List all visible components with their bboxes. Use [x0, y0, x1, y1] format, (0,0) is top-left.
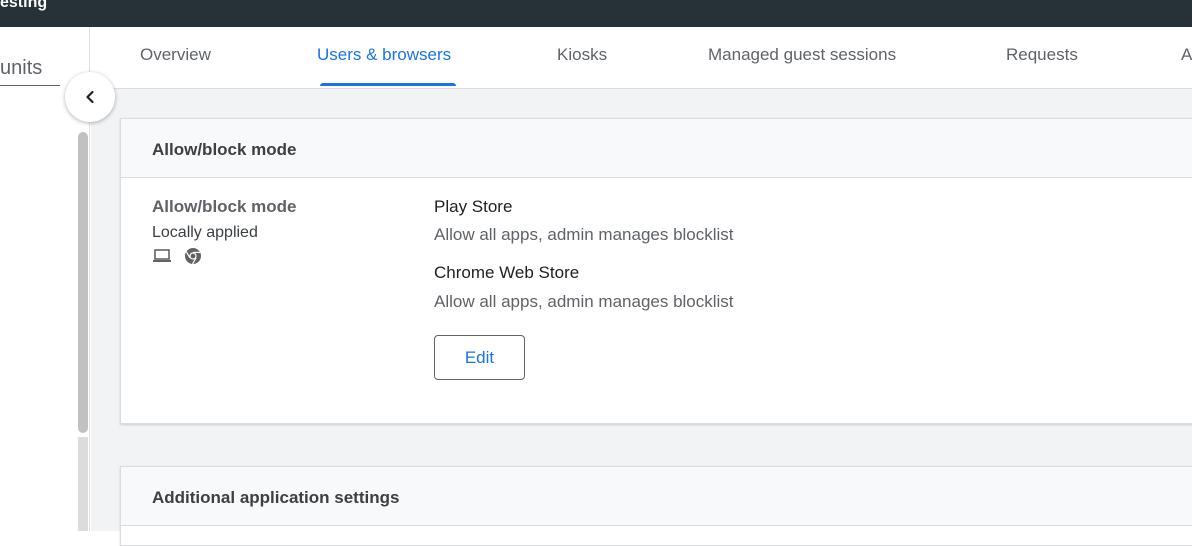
- collapse-panel-button[interactable]: [65, 72, 115, 122]
- main-content: Allow/block mode Allow/block mode Locall…: [91, 89, 1192, 546]
- play-store-label: Play Store: [434, 197, 513, 216]
- play-store-value: Allow all apps, admin manages blocklist: [434, 225, 734, 244]
- tab-requests[interactable]: Requests: [1006, 27, 1078, 89]
- tab-more[interactable]: A: [1181, 27, 1192, 89]
- tab-kiosks[interactable]: Kiosks: [557, 27, 607, 89]
- allow-block-card: Allow/block mode Allow/block mode Locall…: [120, 118, 1192, 424]
- tab-bar: Overview Users & browsers Kiosks Managed…: [91, 27, 1192, 89]
- active-tab-indicator: [320, 83, 456, 86]
- app-title: esting: [0, 0, 48, 11]
- panel-scrollbar-track[interactable]: [78, 437, 88, 531]
- scope-icons: [152, 247, 202, 265]
- tab-users-browsers[interactable]: Users & browsers: [317, 27, 451, 89]
- setting-status: Locally applied: [152, 224, 258, 241]
- card-header[interactable]: Additional application settings: [121, 467, 1192, 526]
- chrome-icon: [185, 248, 201, 265]
- org-units-label: units: [0, 57, 43, 79]
- card-title: Allow/block mode: [152, 140, 297, 159]
- chrome-web-store-label: Chrome Web Store: [434, 263, 580, 282]
- laptop-icon: [153, 249, 171, 262]
- top-app-bar: esting: [0, 0, 1192, 27]
- chevron-left-icon: [86, 90, 94, 104]
- setting-name: Allow/block mode: [152, 197, 297, 216]
- tab-managed-guest-sessions[interactable]: Managed guest sessions: [708, 27, 896, 89]
- card-title: Additional application settings: [152, 488, 400, 507]
- edit-button[interactable]: Edit: [434, 335, 525, 380]
- tab-overview[interactable]: Overview: [140, 27, 211, 89]
- panel-scrollbar-thumb[interactable]: [78, 132, 88, 433]
- org-units-underline: [0, 85, 60, 86]
- card-header[interactable]: Allow/block mode: [121, 119, 1192, 178]
- additional-settings-card: Additional application settings: [120, 466, 1192, 546]
- chrome-web-store-value: Allow all apps, admin manages blocklist: [434, 292, 734, 311]
